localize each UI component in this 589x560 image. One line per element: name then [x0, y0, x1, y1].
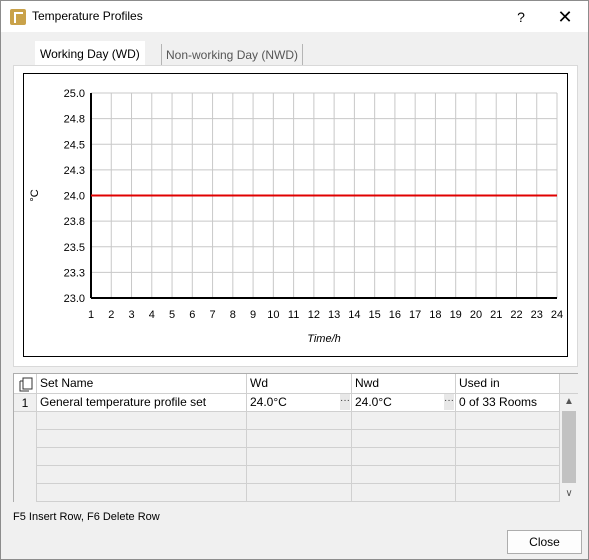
x-tick-label: 5 [169, 309, 175, 321]
chart-pane: 1 2 3 4 5 6 7 8 9 10 11 12 13 14 15 16 17 18 19 20 21 22 23 24 2… [13, 65, 578, 367]
scroll-up-arrow-icon[interactable]: ▲ [560, 394, 578, 410]
x-tick-label: 15 [369, 309, 381, 321]
x-tick-label: 23 [531, 309, 543, 321]
empty-cell[interactable] [247, 466, 352, 484]
empty-cell[interactable] [37, 484, 247, 502]
empty-cell[interactable] [247, 430, 352, 448]
chart-frame: 1 2 3 4 5 6 7 8 9 10 11 12 13 14 15 16 17 18 19 20 21 22 23 24 2… [23, 73, 568, 357]
x-axis-label: Time/h [307, 333, 341, 345]
y-tick-label: 23.3 [64, 267, 85, 279]
cell-set-name[interactable]: General temperature profile set [37, 394, 247, 412]
y-tick-label: 24.5 [64, 139, 85, 151]
column-header-used-in[interactable]: Used in [456, 374, 560, 394]
empty-cell[interactable] [456, 484, 560, 502]
column-header-nwd[interactable]: Nwd [352, 374, 456, 394]
x-tick-label: 8 [230, 309, 236, 321]
y-tick-label: 23.8 [64, 216, 85, 228]
empty-cell[interactable] [37, 466, 247, 484]
temperature-profiles-dialog: Temperature Profiles ? ✕ Working Day (WD… [0, 0, 589, 560]
x-tick-label: 12 [308, 309, 320, 321]
cell-used-in[interactable]: 0 of 33 Rooms [456, 394, 560, 412]
x-tick-label: 9 [250, 309, 256, 321]
tab-non-working-day[interactable]: Non-working Day (NWD) [161, 44, 304, 65]
x-tick-label: 4 [149, 309, 155, 321]
x-tick-label: 24 [551, 309, 563, 321]
table-corner[interactable] [14, 374, 37, 394]
y-tick-label: 24.3 [64, 165, 85, 177]
empty-cell[interactable] [456, 466, 560, 484]
y-tick-label: 25.0 [64, 88, 85, 100]
scroll-thumb[interactable] [562, 411, 576, 483]
scroll-down-arrow-icon[interactable]: ∨ [560, 486, 578, 502]
column-header-wd[interactable]: Wd [247, 374, 352, 394]
y-axis-label: °C [29, 189, 41, 201]
x-tick-label: 21 [490, 309, 502, 321]
x-tick-label: 7 [210, 309, 216, 321]
keyboard-hint: F5 Insert Row, F6 Delete Row [13, 511, 160, 523]
empty-cell[interactable] [352, 484, 456, 502]
cell-nwd-value: 24.0°C [355, 395, 392, 409]
x-tick-label: 20 [470, 309, 482, 321]
x-tick-label: 17 [409, 309, 421, 321]
empty-cell[interactable] [352, 412, 456, 430]
empty-cell[interactable] [352, 448, 456, 466]
window-title: Temperature Profiles [32, 9, 143, 23]
empty-cell[interactable] [352, 430, 456, 448]
nwd-ellipsis-button[interactable]: ··· [444, 394, 454, 410]
empty-cell[interactable] [456, 430, 560, 448]
title-bar: Temperature Profiles ? ✕ [1, 1, 588, 32]
cell-wd-value: 24.0°C [250, 395, 287, 409]
y-tick-label: 23.5 [64, 242, 85, 254]
copy-icon[interactable] [18, 376, 34, 392]
help-button[interactable]: ? [506, 6, 536, 28]
x-tick-label: 10 [267, 309, 279, 321]
empty-cell[interactable] [456, 448, 560, 466]
x-tick-label: 18 [429, 309, 441, 321]
y-tick-label: 24.8 [64, 114, 85, 126]
close-icon[interactable]: ✕ [550, 6, 580, 28]
empty-cell[interactable] [247, 448, 352, 466]
empty-cell[interactable] [37, 430, 247, 448]
x-tick-label: 2 [108, 309, 114, 321]
cell-nwd[interactable]: 24.0°C ··· [352, 394, 456, 412]
x-tick-label: 1 [88, 309, 94, 321]
profile-table: Set Name Wd Nwd Used in 1 General temper… [13, 373, 578, 502]
x-tick-label: 19 [450, 309, 462, 321]
empty-cell[interactable] [247, 484, 352, 502]
y-tick-label: 23.0 [64, 293, 85, 305]
app-icon [10, 9, 26, 25]
empty-cell[interactable] [37, 448, 247, 466]
vertical-scrollbar[interactable]: ▲ ∨ [560, 394, 578, 502]
header-spacer [560, 374, 578, 394]
empty-cell[interactable] [247, 412, 352, 430]
empty-cell[interactable] [352, 466, 456, 484]
x-tick-label: 22 [510, 309, 522, 321]
column-header-set-name[interactable]: Set Name [37, 374, 247, 394]
x-tick-label: 13 [328, 309, 340, 321]
x-tick-label: 6 [189, 309, 195, 321]
empty-cell[interactable] [456, 412, 560, 430]
x-tick-label: 11 [288, 309, 299, 321]
temperature-chart: 1 2 3 4 5 6 7 8 9 10 11 12 13 14 15 16 17 18 19 20 21 22 23 242… [29, 88, 563, 345]
cell-wd[interactable]: 24.0°C ··· [247, 394, 352, 412]
x-tick-label: 14 [348, 309, 360, 321]
x-tick-label: 16 [389, 309, 401, 321]
tab-working-day[interactable]: Working Day (WD) [35, 41, 145, 65]
y-tick-label: 24.0 [64, 191, 85, 203]
empty-cell[interactable] [37, 412, 247, 430]
x-tick-label: 3 [128, 309, 134, 321]
row-number[interactable]: 1 [14, 394, 37, 412]
close-button[interactable]: Close [507, 530, 582, 554]
wd-ellipsis-button[interactable]: ··· [340, 394, 350, 410]
